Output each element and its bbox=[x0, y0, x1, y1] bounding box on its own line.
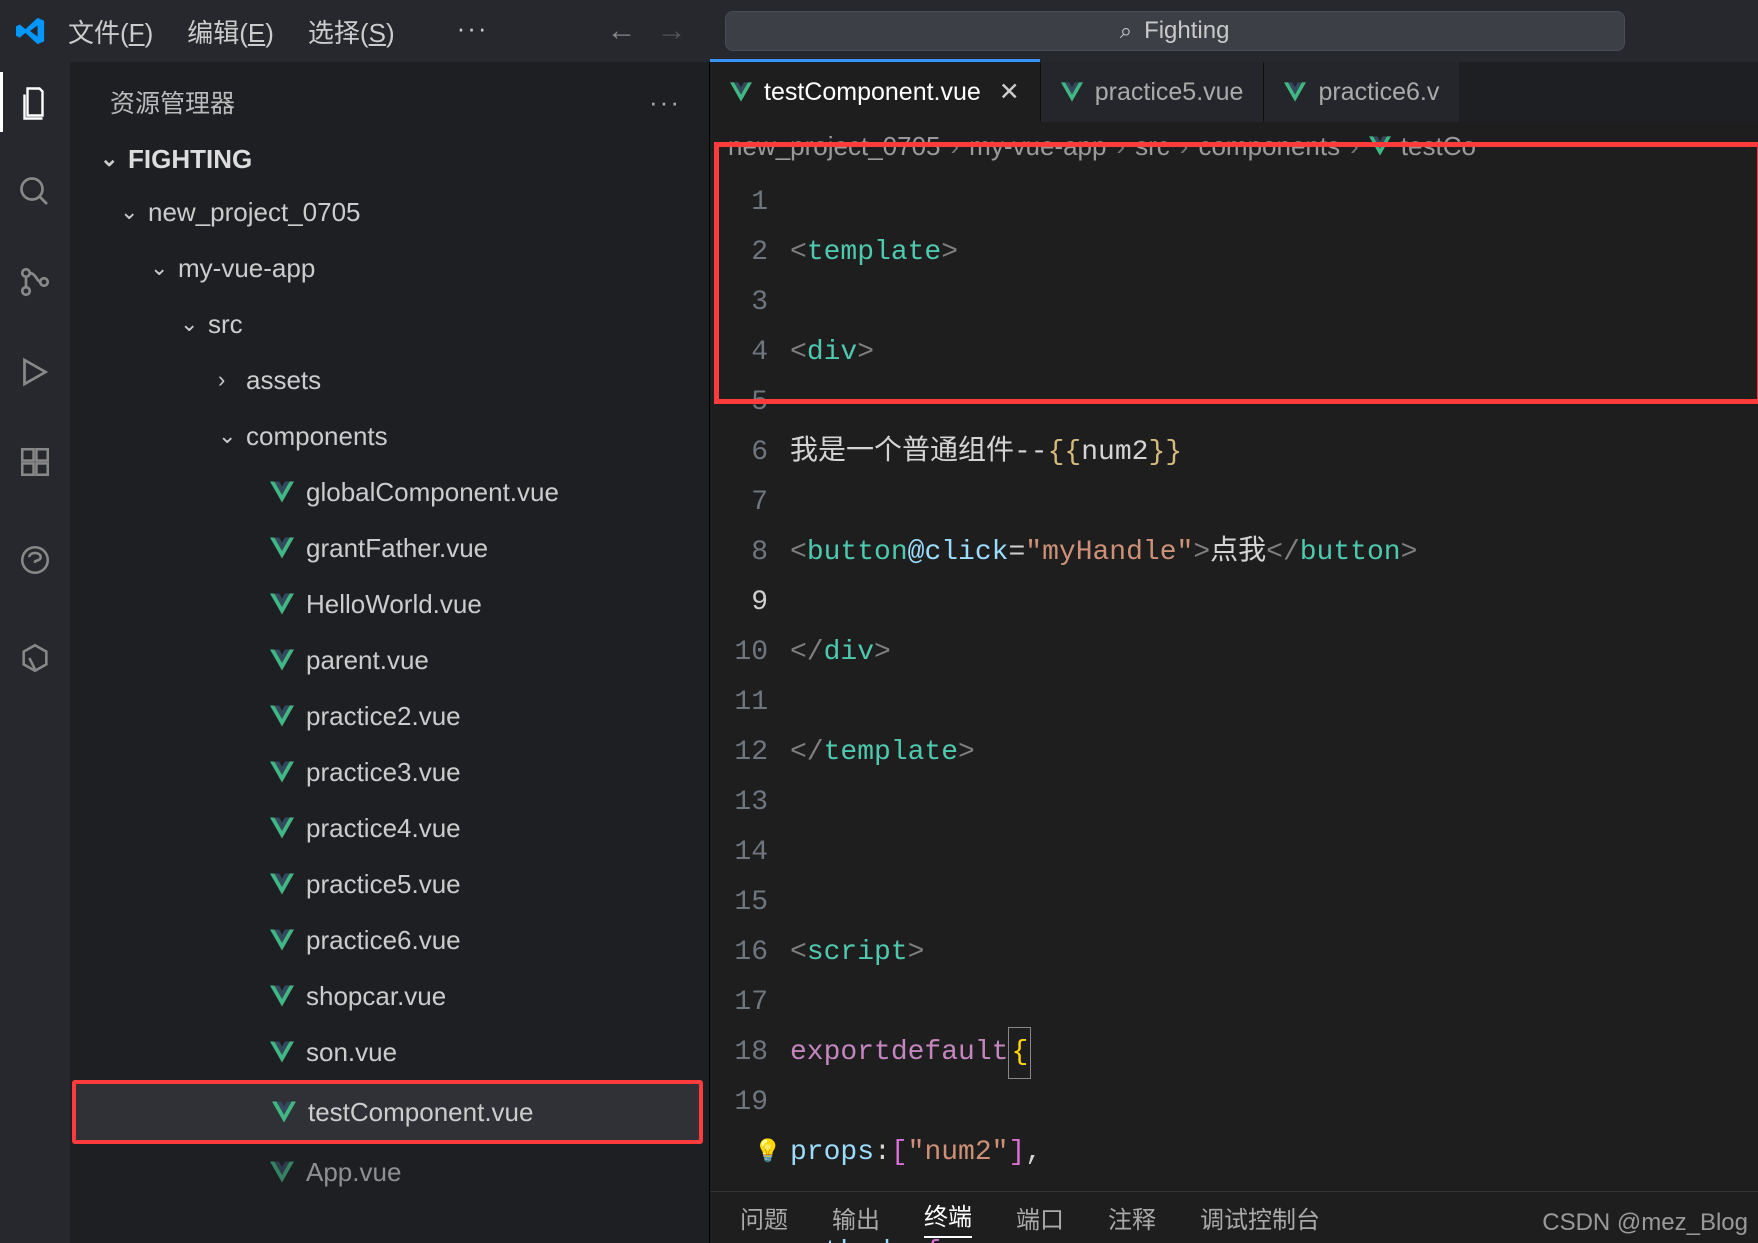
search-icon: ⌕ bbox=[1120, 18, 1132, 44]
extensions-icon[interactable] bbox=[15, 442, 55, 482]
menu-file[interactable]: 文件(F) bbox=[68, 13, 153, 50]
file-item[interactable]: testComponent.vue bbox=[72, 1080, 703, 1144]
editor-column: testComponent.vue ✕ practice5.vue practi… bbox=[710, 62, 1758, 1243]
panel-tab-terminal[interactable]: 终端 bbox=[924, 1197, 972, 1238]
chevron-down-icon bbox=[120, 199, 138, 225]
activity-bar bbox=[0, 62, 70, 1243]
file-item[interactable]: globalComponent.vue bbox=[70, 464, 709, 520]
chevron-down-icon bbox=[100, 146, 118, 172]
file-label: testComponent.vue bbox=[308, 1097, 533, 1128]
file-item[interactable]: practice3.vue bbox=[70, 744, 709, 800]
panel-tabs: 问题 输出 终端 端口 注释 调试控制台 CSDN @mez_Blog bbox=[710, 1191, 1758, 1243]
line-gutter: 12345678910111213141516171819 bbox=[710, 170, 790, 1191]
nav-back-icon[interactable]: ← bbox=[607, 14, 637, 48]
chevron-down-icon bbox=[218, 423, 236, 449]
file-item[interactable]: practice5.vue bbox=[70, 856, 709, 912]
file-label: practice4.vue bbox=[306, 813, 461, 844]
file-tree: FIGHTING new_project_0705 my-vue-app src… bbox=[70, 134, 709, 1210]
menu-more-icon[interactable]: ··· bbox=[457, 13, 489, 50]
file-label: practice3.vue bbox=[306, 757, 461, 788]
file-item[interactable]: practice2.vue bbox=[70, 688, 709, 744]
file-label: globalComponent.vue bbox=[306, 477, 559, 508]
panel-tab-debug-console[interactable]: 调试控制台 bbox=[1200, 1200, 1320, 1235]
search-activity-icon[interactable] bbox=[15, 172, 55, 212]
menu-edit[interactable]: 编辑(E) bbox=[187, 13, 274, 50]
menu-select[interactable]: 选择(S) bbox=[308, 13, 395, 50]
hex-icon[interactable] bbox=[15, 638, 55, 678]
explorer-icon[interactable] bbox=[15, 82, 55, 122]
run-debug-icon[interactable] bbox=[15, 352, 55, 392]
file-item[interactable]: parent.vue bbox=[70, 632, 709, 688]
sidebar: 资源管理器 ··· FIGHTING new_project_0705 my-v… bbox=[70, 62, 710, 1243]
file-label: App.vue bbox=[306, 1157, 401, 1188]
panel-tab-comments[interactable]: 注释 bbox=[1108, 1200, 1156, 1235]
file-item[interactable]: shopcar.vue bbox=[70, 968, 709, 1024]
tree-folder-src[interactable]: src bbox=[70, 296, 709, 352]
file-item[interactable]: practice4.vue bbox=[70, 800, 709, 856]
file-item[interactable]: HelloWorld.vue bbox=[70, 576, 709, 632]
file-label: practice5.vue bbox=[306, 869, 461, 900]
tree-folder-components[interactable]: components bbox=[70, 408, 709, 464]
chevron-down-icon bbox=[150, 255, 168, 281]
menu-bar: 文件(F) 编辑(E) 选择(S) ··· bbox=[68, 13, 489, 50]
vscode-logo-icon bbox=[16, 16, 46, 46]
panel-tab-output[interactable]: 输出 bbox=[832, 1200, 880, 1235]
lightbulb-icon[interactable]: 💡 bbox=[754, 1128, 781, 1178]
tree-folder-app[interactable]: my-vue-app bbox=[70, 240, 709, 296]
search-text: Fighting bbox=[1144, 17, 1229, 45]
file-label: grantFather.vue bbox=[306, 533, 488, 564]
editor[interactable]: 12345678910111213141516171819 <template>… bbox=[710, 170, 1758, 1191]
file-label: practice6.vue bbox=[306, 925, 461, 956]
tree-root[interactable]: FIGHTING bbox=[70, 134, 709, 184]
nav-arrows: ← → bbox=[607, 14, 687, 48]
chat-icon[interactable] bbox=[15, 540, 55, 580]
tree-folder-assets[interactable]: assets bbox=[70, 352, 709, 408]
command-center[interactable]: ⌕ Fighting bbox=[725, 11, 1625, 51]
tab-practice5[interactable]: practice5.vue bbox=[1041, 62, 1265, 122]
file-label: shopcar.vue bbox=[306, 981, 446, 1012]
close-icon[interactable]: ✕ bbox=[999, 77, 1020, 107]
tab-testcomponent[interactable]: testComponent.vue ✕ bbox=[710, 62, 1041, 122]
file-item[interactable]: son.vue bbox=[70, 1024, 709, 1080]
tree-folder-project[interactable]: new_project_0705 bbox=[70, 184, 709, 240]
file-item[interactable]: grantFather.vue bbox=[70, 520, 709, 576]
chevron-right-icon bbox=[218, 367, 236, 393]
sidebar-more-icon[interactable]: ··· bbox=[649, 87, 681, 118]
panel-tab-ports[interactable]: 端口 bbox=[1016, 1200, 1064, 1235]
breadcrumb[interactable]: new_project_0705› my-vue-app› src› compo… bbox=[710, 122, 1758, 170]
editor-tabs: testComponent.vue ✕ practice5.vue practi… bbox=[710, 62, 1758, 122]
tab-practice6[interactable]: practice6.v bbox=[1264, 62, 1459, 122]
title-bar: 文件(F) 编辑(E) 选择(S) ··· ← → ⌕ Fighting bbox=[0, 0, 1758, 62]
file-label: parent.vue bbox=[306, 645, 429, 676]
file-label: son.vue bbox=[306, 1037, 397, 1068]
code-body[interactable]: <template> <div> 我是一个普通组件--{{ num2 }} <b… bbox=[790, 170, 1758, 1191]
file-label: practice2.vue bbox=[306, 701, 461, 732]
panel-tab-problems[interactable]: 问题 bbox=[740, 1200, 788, 1235]
nav-forward-icon[interactable]: → bbox=[657, 14, 687, 48]
file-item[interactable]: App.vue bbox=[70, 1144, 709, 1200]
chevron-down-icon bbox=[180, 311, 198, 337]
sidebar-title: 资源管理器 bbox=[110, 84, 235, 120]
file-item[interactable]: practice6.vue bbox=[70, 912, 709, 968]
watermark: CSDN @mez_Blog bbox=[1542, 1209, 1748, 1237]
source-control-icon[interactable] bbox=[15, 262, 55, 302]
file-label: HelloWorld.vue bbox=[306, 589, 482, 620]
